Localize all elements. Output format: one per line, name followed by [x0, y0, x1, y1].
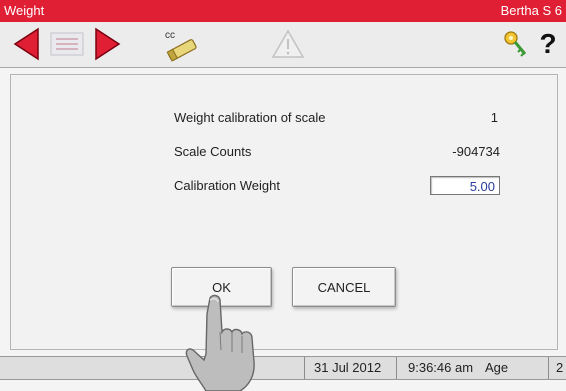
arrow-right-icon[interactable] [94, 26, 122, 62]
scale-value: 1 [490, 110, 498, 125]
scale-label: Weight calibration of scale [174, 110, 326, 125]
warning-icon[interactable] [270, 26, 306, 62]
weight-calibration-screen: Weight Bertha S 6 cc ? Weight calibratio… [0, 0, 566, 391]
status-age-value: 2 [556, 360, 564, 375]
list-icon[interactable] [48, 26, 86, 62]
status-age-label: Age [485, 360, 509, 375]
key-icon[interactable] [500, 26, 530, 62]
pointing-hand-icon [185, 294, 255, 391]
arrow-left-icon[interactable] [12, 26, 40, 62]
cancel-button[interactable]: CANCEL [292, 267, 396, 307]
status-divider [304, 357, 305, 379]
device-name: Bertha S 6 [500, 3, 562, 18]
calibration-weight-field[interactable]: 5.00 [430, 176, 500, 195]
scale-counts-label: Scale Counts [174, 144, 252, 159]
status-time: 9:36:46 am [408, 360, 474, 375]
screen-title: Weight [4, 3, 45, 18]
status-divider [396, 357, 397, 379]
help-icon[interactable]: ? [536, 26, 560, 62]
scale-counts-value: -904734 [452, 144, 500, 159]
status-bar: 31 Jul 2012 9:36:46 am Age 2 [0, 356, 566, 380]
toolbar: cc ? [0, 22, 566, 68]
status-divider [548, 357, 549, 379]
cc-icon[interactable]: cc [160, 26, 200, 62]
calibration-weight-label: Calibration Weight [174, 178, 280, 193]
cc-label: cc [165, 30, 175, 41]
title-bar: Weight Bertha S 6 [0, 0, 566, 22]
status-date: 31 Jul 2012 [314, 360, 382, 375]
